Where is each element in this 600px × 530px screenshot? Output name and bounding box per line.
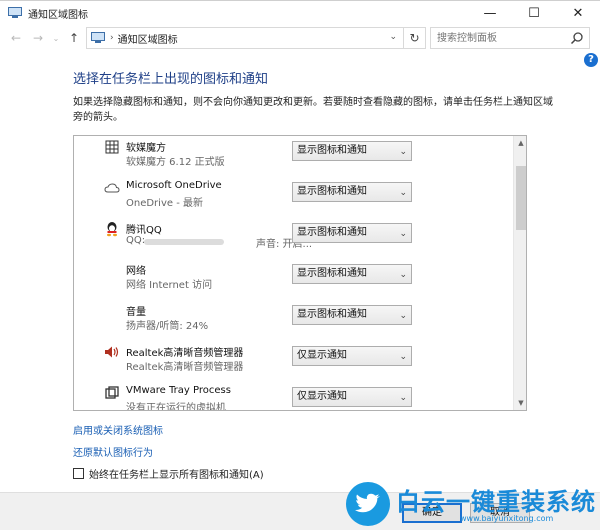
- list-item: 软媒魔方 软媒魔方 6.12 正式版 显示图标和通知 ⌄: [74, 136, 514, 177]
- breadcrumb-separator: ›: [110, 33, 114, 43]
- refresh-icon[interactable]: ↻: [404, 27, 426, 49]
- restore-default-link[interactable]: 还原默认图标行为: [73, 444, 153, 459]
- brand-name: 白云一键重装系统: [396, 488, 596, 516]
- icon-list[interactable]: 软媒魔方 软媒魔方 6.12 正式版 显示图标和通知 ⌄ Microsoft On…: [73, 135, 527, 411]
- address-toolbar: ← → ⌄ ↑ › 通知区域图标 ⌄ ↻: [0, 26, 600, 50]
- list-item: Realtek高清晰音频管理器 Realtek高清晰音频管理器 仅显示通知 ⌄: [74, 341, 514, 382]
- always-show-option[interactable]: 始终在任务栏上显示所有图标和通知(A): [73, 466, 264, 481]
- item-name: VMware Tray Process: [126, 385, 231, 396]
- help-icon[interactable]: ?: [584, 53, 598, 67]
- item-status: 软媒魔方 6.12 正式版: [126, 157, 225, 168]
- page-title: 选择在任务栏上出现的图标和通知: [73, 72, 269, 87]
- behavior-select[interactable]: 显示图标和通知 ⌄: [292, 264, 412, 284]
- window-title: 通知区域图标: [28, 10, 88, 21]
- network-icon: [104, 262, 120, 278]
- redacted-qq-number: [144, 239, 224, 245]
- item-status: OneDrive - 最新: [126, 198, 203, 209]
- qq-icon: [104, 221, 120, 237]
- item-status: QQ:: [126, 235, 146, 246]
- back-icon[interactable]: ←: [8, 30, 24, 46]
- twitter-bird-icon: [346, 482, 390, 526]
- maximize-button[interactable]: ☐: [512, 1, 556, 25]
- vmware-icon: [104, 385, 120, 401]
- grid-icon: [104, 139, 120, 155]
- always-show-checkbox[interactable]: [73, 468, 84, 479]
- scroll-up-icon[interactable]: ▲: [514, 136, 526, 150]
- address-dropdown-icon[interactable]: ⌄: [389, 32, 397, 42]
- brand-url: www.baiyunxitong.com: [460, 514, 554, 523]
- speaker-icon: [104, 344, 120, 360]
- search-input[interactable]: [431, 28, 561, 48]
- volume-icon: [104, 303, 120, 319]
- behavior-select[interactable]: 仅显示通知 ⌄: [292, 387, 412, 407]
- chevron-down-icon: ⌄: [399, 311, 407, 321]
- behavior-select[interactable]: 显示图标和通知 ⌄: [292, 305, 412, 325]
- control-panel-icon: [8, 7, 22, 18]
- chevron-down-icon: ⌄: [399, 270, 407, 280]
- item-name: 腾讯QQ: [126, 225, 162, 236]
- item-name: 网络: [126, 266, 146, 277]
- chevron-down-icon: ⌄: [399, 147, 407, 157]
- page-description: 如果选择隐藏图标和通知，则不会向你通知更改和更新。若要随时查看隐藏的图标，请单击…: [73, 97, 553, 123]
- item-name: 软媒魔方: [126, 143, 166, 154]
- behavior-select[interactable]: 显示图标和通知 ⌄: [292, 223, 412, 243]
- behavior-select[interactable]: 显示图标和通知 ⌄: [292, 182, 412, 202]
- behavior-select[interactable]: 仅显示通知 ⌄: [292, 346, 412, 366]
- watermark: 白云一键重装系统 www.baiyunxitong.com: [346, 482, 596, 528]
- chevron-down-icon: ⌄: [399, 352, 407, 362]
- item-status: 扬声器/听筒: 24%: [126, 321, 209, 332]
- close-button[interactable]: ✕: [556, 1, 600, 25]
- up-icon[interactable]: ↑: [66, 30, 82, 46]
- address-field[interactable]: › 通知区域图标 ⌄: [86, 27, 404, 49]
- chevron-down-icon: ⌄: [399, 393, 407, 403]
- breadcrumb-current[interactable]: 通知区域图标: [118, 31, 178, 46]
- minimize-button[interactable]: —: [468, 1, 512, 25]
- item-status: 网络 Internet 访问: [126, 280, 213, 291]
- chevron-down-icon: ⌄: [399, 229, 407, 239]
- search-box[interactable]: [430, 27, 590, 49]
- item-status: Realtek高清晰音频管理器: [126, 362, 244, 373]
- cloud-icon: [104, 180, 120, 196]
- item-name: 音量: [126, 307, 146, 318]
- always-show-label[interactable]: 始终在任务栏上显示所有图标和通知(A): [89, 466, 264, 481]
- list-item: Microsoft OneDrive OneDrive - 最新 显示图标和通知…: [74, 177, 514, 218]
- computer-icon: [91, 32, 105, 43]
- list-item: 腾讯QQ QQ: 声音: 开启... 显示图标和通知 ⌄: [74, 218, 514, 259]
- chevron-down-icon: ⌄: [399, 188, 407, 198]
- scroll-thumb[interactable]: [516, 166, 526, 230]
- system-icons-link[interactable]: 启用或关闭系统图标: [73, 422, 163, 437]
- item-name: Realtek高清晰音频管理器: [126, 348, 244, 359]
- forward-icon[interactable]: →: [30, 30, 46, 46]
- search-icon[interactable]: [570, 31, 584, 45]
- item-name: Microsoft OneDrive: [126, 180, 222, 191]
- list-scrollbar[interactable]: ▲ ▼: [513, 136, 526, 410]
- list-item: VMware Tray Process 没有正在运行的虚拟机 仅显示通知 ⌄: [74, 382, 514, 411]
- scroll-down-icon[interactable]: ▼: [514, 396, 526, 410]
- recent-dropdown-icon[interactable]: ⌄: [48, 30, 64, 46]
- list-item: 音量 扬声器/听筒: 24% 显示图标和通知 ⌄: [74, 300, 514, 341]
- item-status: 没有正在运行的虚拟机: [126, 403, 226, 411]
- behavior-select[interactable]: 显示图标和通知 ⌄: [292, 141, 412, 161]
- list-item: 网络 网络 Internet 访问 显示图标和通知 ⌄: [74, 259, 514, 300]
- title-bar: 通知区域图标 — ☐ ✕: [0, 0, 600, 24]
